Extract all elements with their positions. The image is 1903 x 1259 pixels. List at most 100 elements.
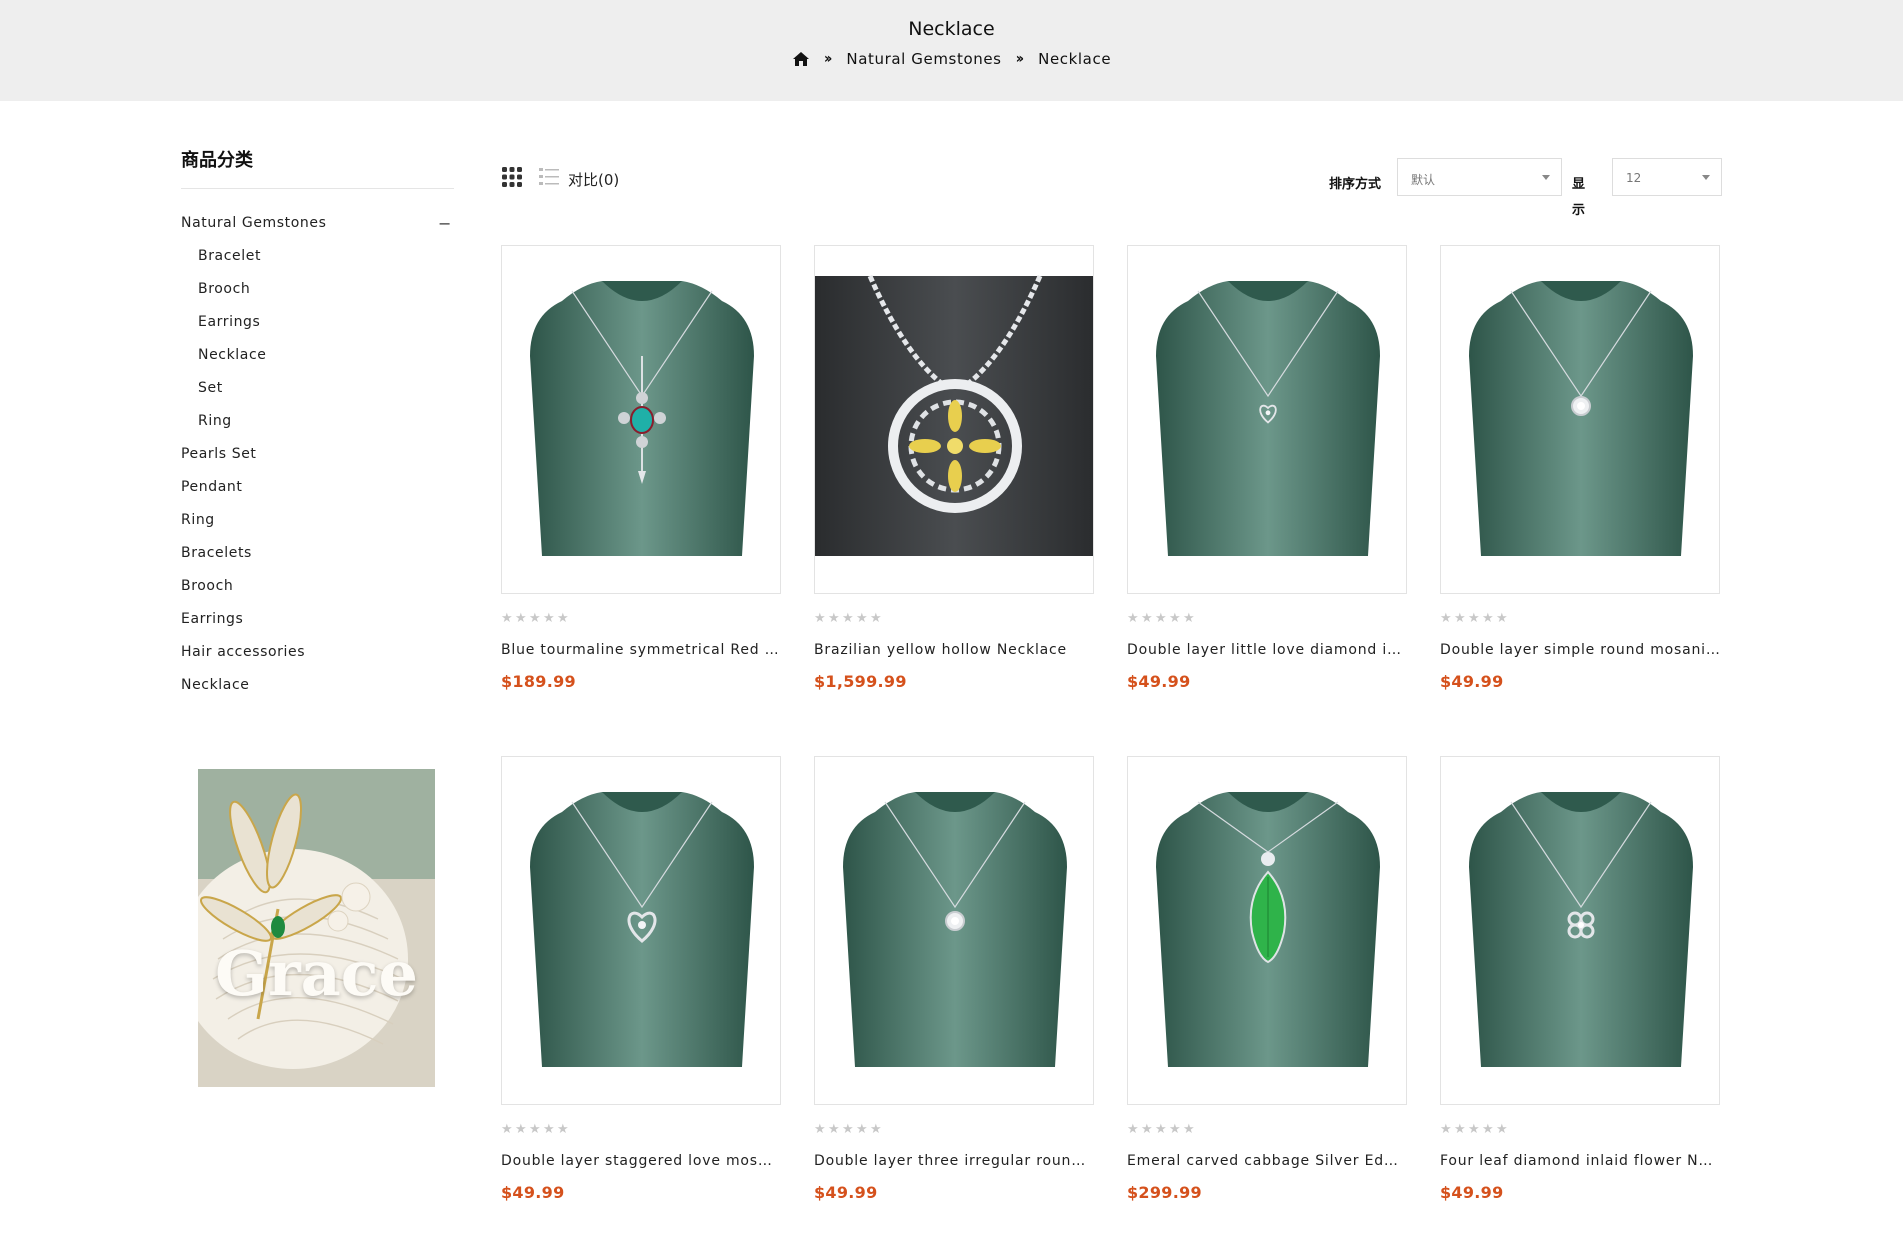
product-image-link[interactable] [501, 756, 781, 1105]
sidebar-category-label: Earrings [198, 314, 261, 330]
product-image-link[interactable] [501, 245, 781, 594]
star-icon: ★ [515, 1122, 527, 1137]
product-image-link[interactable] [1440, 245, 1720, 594]
sidebar-category-item[interactable]: Ring [181, 405, 454, 438]
star-icon: ★ [1482, 611, 1494, 626]
product-name[interactable]: Double layer three irregular round Neckl… [814, 1153, 1094, 1169]
sidebar-category-label: Ring [181, 512, 215, 528]
sidebar-category-item[interactable]: Earrings [181, 603, 454, 636]
banner-text: Grace [215, 937, 418, 1010]
page-title: Necklace [908, 18, 995, 40]
sidebar-category-item[interactable]: Pearls Set [181, 438, 454, 471]
product-image [815, 274, 1093, 556]
compare-link[interactable]: 对比(0) [568, 169, 619, 190]
list-view-icon[interactable] [538, 166, 560, 188]
sidebar-category-item[interactable]: Pendant [181, 471, 454, 504]
product-image-link[interactable] [814, 245, 1094, 594]
star-icon: ★ [1127, 611, 1139, 626]
breadcrumb: ›› Natural Gemstones ›› Necklace [0, 50, 1903, 68]
star-icon: ★ [870, 1122, 882, 1137]
sidebar-category-label: Natural Gemstones [181, 215, 327, 231]
star-icon: ★ [1482, 1122, 1494, 1137]
product-name[interactable]: Four leaf diamond inlaid flower Necklace [1440, 1153, 1720, 1169]
product-image-link[interactable] [814, 756, 1094, 1105]
product-image [843, 792, 1067, 1067]
chevron-right-icon: ›› [1015, 51, 1024, 67]
star-icon: ★ [1169, 611, 1181, 626]
sidebar-category-item[interactable]: Set [181, 372, 454, 405]
star-icon: ★ [1169, 1122, 1181, 1137]
star-icon: ★ [1127, 1122, 1139, 1137]
product-card: ★★★★★Blue tourmaline symmetrical Red Zir… [501, 245, 781, 756]
rating-stars: ★ ★ ★ ★ ★ [814, 1123, 1094, 1137]
product-name[interactable]: Double layer simple round mosanite Neckl… [1440, 642, 1720, 658]
banner-image [198, 769, 435, 1087]
breadcrumb-natural-gemstones[interactable]: Natural Gemstones [846, 50, 1001, 68]
star-icon: ★ [1141, 1122, 1153, 1137]
star-icon: ★ [1496, 611, 1508, 626]
sidebar-category-item[interactable]: Brooch [181, 570, 454, 603]
sidebar-category-label: Brooch [181, 578, 234, 594]
sidebar-category-item[interactable]: Natural Gemstones − [181, 207, 454, 240]
sidebar-category-label: Ring [198, 413, 232, 429]
product-card: ★★★★★Double layer staggered love mosanit… [501, 756, 781, 1259]
product-name[interactable]: Double layer staggered love mosanite Nec… [501, 1153, 781, 1169]
product-image-link[interactable] [1127, 245, 1407, 594]
star-icon: ★ [856, 611, 868, 626]
star-icon: ★ [515, 611, 527, 626]
rating-stars: ★ ★ ★ ★ ★ [1440, 612, 1720, 626]
sidebar-category-item[interactable]: Bracelets [181, 537, 454, 570]
promo-banner[interactable]: Grace [198, 769, 435, 1087]
sidebar-category-item[interactable]: Bracelet [181, 240, 454, 273]
grid-view-icon[interactable] [501, 166, 523, 188]
star-icon: ★ [842, 1122, 854, 1137]
sidebar-category-item[interactable]: Hair accessories [181, 636, 454, 669]
star-icon: ★ [1496, 1122, 1508, 1137]
star-icon: ★ [814, 1122, 826, 1137]
sidebar-category-item[interactable]: Ring [181, 504, 454, 537]
product-card: ★ ★ ★ ★ ★ Double layer little love diamond in… [1127, 245, 1407, 756]
star-icon: ★ [856, 1122, 868, 1137]
sidebar-title: 商品分类 [181, 146, 454, 189]
show-count-select[interactable]: 12 [1612, 158, 1722, 196]
star-icon: ★ [842, 611, 854, 626]
product-name[interactable]: Double layer little love diamond inlaid … [1127, 642, 1407, 658]
product-image [1469, 281, 1693, 556]
product-card: ★★★★★Emeral carved cabbage Silver Edge N… [1127, 756, 1407, 1259]
star-icon: ★ [529, 611, 541, 626]
product-image [530, 281, 754, 556]
product-image-link[interactable] [1127, 756, 1407, 1105]
sidebar-category-label: Bracelet [198, 248, 262, 264]
product-price: $49.99 [501, 1183, 565, 1202]
product-name[interactable]: Emeral carved cabbage Silver Edge Neckla… [1127, 1153, 1407, 1169]
sidebar-category-label: Pearls Set [181, 446, 257, 462]
product-image [530, 792, 754, 1067]
product-price: $1,599.99 [814, 672, 907, 691]
product-price: $299.99 [1127, 1183, 1202, 1202]
chevron-down-icon [1702, 175, 1710, 180]
product-card: ★ ★ ★ ★ ★ Four leaf diamond inlaid flower Nec… [1440, 756, 1720, 1259]
sidebar-category-item[interactable]: Necklace [181, 669, 454, 702]
sidebar-category-label: Set [198, 380, 223, 396]
star-icon: ★ [1440, 611, 1452, 626]
product-toolbar: 对比(0) 排序方式 默认 显示 12 [501, 158, 1722, 218]
sidebar-category-item[interactable]: Necklace [181, 339, 454, 372]
product-image [1156, 281, 1380, 556]
sidebar-category-label: Brooch [198, 281, 251, 297]
product-name[interactable]: Brazilian yellow hollow Necklace [814, 642, 1094, 658]
product-price: $49.99 [1127, 672, 1191, 691]
category-list: Natural Gemstones − Bracelet Brooch Earrings… [181, 207, 454, 702]
home-icon[interactable] [792, 51, 810, 67]
collapse-icon[interactable]: − [438, 207, 454, 240]
product-card: ★ ★ ★ ★ ★ Brazilian yellow hollow Necklace $1,… [814, 245, 1094, 756]
sidebar-category-label: Necklace [198, 347, 267, 363]
product-image-link[interactable] [1440, 756, 1720, 1105]
star-icon: ★ [828, 611, 840, 626]
sidebar-category-label: Hair accessories [181, 644, 306, 660]
product-name[interactable]: Blue tourmaline symmetrical Red Zircon N… [501, 642, 781, 658]
sidebar-category-item[interactable]: Brooch [181, 273, 454, 306]
sort-select[interactable]: 默认 [1397, 158, 1562, 196]
sidebar-category-item[interactable]: Earrings [181, 306, 454, 339]
page-header: Necklace ›› Natural Gemstones ›› Necklac… [0, 0, 1903, 101]
product-image [1469, 792, 1693, 1067]
